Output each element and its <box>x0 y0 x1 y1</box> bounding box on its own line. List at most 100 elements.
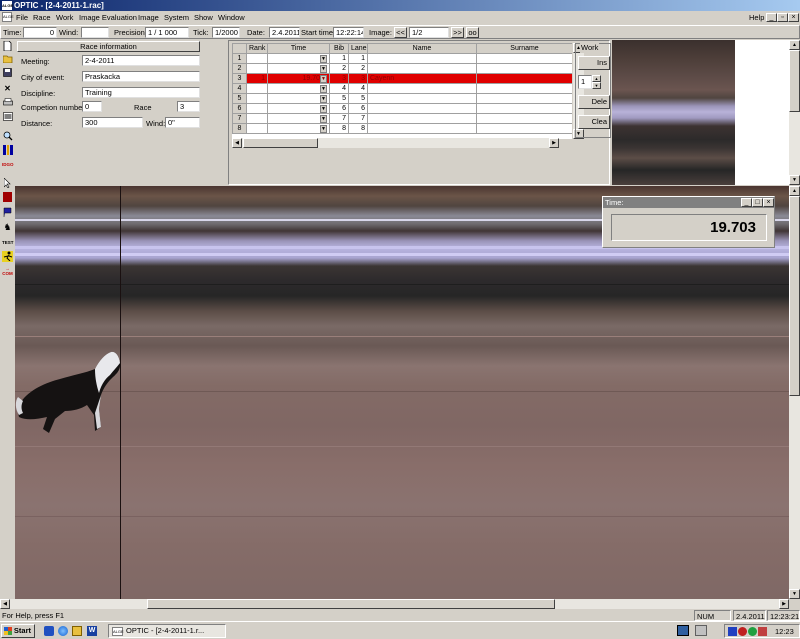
spin-up-icon[interactable]: ▲ <box>592 75 601 82</box>
image-next-button[interactable]: >> <box>451 27 464 38</box>
results-horizontal-scrollbar[interactable]: ◀ ▶ <box>232 138 559 148</box>
name-cell[interactable] <box>367 63 477 74</box>
runner-icon[interactable] <box>2 251 13 262</box>
name-cell[interactable] <box>367 123 477 134</box>
tray-security-icon[interactable] <box>738 627 747 636</box>
lane-cell[interactable]: 4 <box>348 83 368 94</box>
marker-icon[interactable] <box>2 192 13 203</box>
race-field[interactable]: 3 <box>177 101 200 112</box>
image-horizontal-thumb[interactable] <box>147 599 555 609</box>
image-infinity-button[interactable]: oo <box>466 27 479 38</box>
image-vertical-thumb[interactable] <box>789 196 800 396</box>
name-cell[interactable]: Cayenn <box>367 73 477 84</box>
meeting-field[interactable]: 2-4-2011 <box>82 55 200 66</box>
lane-cell[interactable]: 7 <box>348 113 368 124</box>
bib-cell[interactable]: 2 <box>329 63 349 74</box>
clear-button[interactable]: Clea <box>578 115 610 129</box>
name-cell[interactable] <box>367 103 477 114</box>
image-scroll-down-icon[interactable]: ▼ <box>789 589 800 599</box>
menu-image-evaluation[interactable]: Image Evaluation <box>79 13 137 22</box>
quicklaunch-word-icon[interactable]: W <box>87 626 97 636</box>
discipline-field[interactable]: Training <box>82 87 200 98</box>
preview-icon[interactable] <box>2 112 13 123</box>
work-spinner-field[interactable]: 1 <box>578 75 592 89</box>
tray-update-icon[interactable] <box>748 627 757 636</box>
quicklaunch-ie-icon[interactable] <box>58 626 68 636</box>
cursor-icon[interactable] <box>2 177 13 189</box>
menu-system[interactable]: System <box>164 13 189 22</box>
bib-cell[interactable]: 8 <box>329 123 349 134</box>
time-popup-close-button[interactable]: × <box>763 198 774 207</box>
menu-window[interactable]: Window <box>218 13 245 22</box>
rank-cell[interactable] <box>246 63 268 74</box>
time-popup-minimize-button[interactable]: _ <box>741 198 752 207</box>
surname-cell[interactable] <box>476 123 572 134</box>
table-row[interactable]: 2 ▼ 2 2 <box>232 63 572 74</box>
column-header-name[interactable]: Name <box>367 43 477 54</box>
ids-icon[interactable]: IDGO <box>2 159 14 170</box>
name-cell[interactable] <box>367 83 477 94</box>
time-dropdown-icon[interactable]: ▼ <box>320 114 327 123</box>
time-cell[interactable]: ▼ <box>267 123 330 134</box>
mdi-minimize-button[interactable]: _ <box>766 13 777 22</box>
taskbar-optic-button[interactable]: ALGE OPTIC - [2-4-2011-1.r... <box>108 624 226 638</box>
bib-cell[interactable]: 4 <box>329 83 349 94</box>
time-dropdown-icon[interactable]: ▼ <box>320 54 327 63</box>
time-popup-maximize-button[interactable]: □ <box>752 198 763 207</box>
zoom-icon[interactable] <box>2 131 13 142</box>
lane-cell[interactable]: 2 <box>348 63 368 74</box>
image-prev-button[interactable]: << <box>394 27 407 38</box>
lane-cell[interactable]: 1 <box>348 53 368 64</box>
time-cell[interactable]: ▼ <box>267 63 330 74</box>
surname-cell[interactable] <box>476 83 572 94</box>
mdi-close-button[interactable]: × <box>788 13 799 22</box>
start-button[interactable]: Start <box>1 624 35 638</box>
tray-keyboard-icon[interactable] <box>695 625 707 636</box>
precision-select[interactable]: 1 / 1 000 <box>145 27 189 38</box>
columns-icon[interactable] <box>2 145 13 156</box>
time-cell[interactable]: ▼ <box>267 53 330 64</box>
spin-down-icon[interactable]: ▼ <box>592 82 601 89</box>
tray-shield-icon[interactable] <box>758 627 767 636</box>
rank-cell[interactable] <box>246 123 268 134</box>
time-field[interactable]: 0 <box>23 27 57 38</box>
start-time-field[interactable]: 12:22:14 <box>333 27 364 38</box>
column-header-bib[interactable]: Bib <box>329 43 349 54</box>
surname-cell[interactable] <box>476 73 572 84</box>
tray-network-icon[interactable] <box>728 627 737 636</box>
results-grid[interactable]: Rank Time Bib Lane Name Surname 1 ▼ 1 1 2 ▼ 2 2… <box>232 43 572 139</box>
table-row[interactable]: 4 ▼ 4 4 <box>232 83 572 94</box>
scroll-left-arrow-icon[interactable]: ◀ <box>232 138 242 148</box>
save-icon[interactable] <box>2 68 13 79</box>
horizontal-scroll-thumb[interactable] <box>243 138 318 148</box>
city-field[interactable]: Praskacka <box>82 71 200 82</box>
time-dropdown-icon[interactable]: ▼ <box>320 124 327 133</box>
name-cell[interactable] <box>367 113 477 124</box>
image-field[interactable]: 1/2 <box>409 27 449 38</box>
column-header-lane[interactable]: Lane <box>348 43 368 54</box>
bib-cell[interactable]: 5 <box>329 93 349 104</box>
top-scroll-down-icon[interactable]: ▼ <box>789 175 800 185</box>
rank-cell[interactable] <box>246 93 268 104</box>
tick-field[interactable]: 1/2000 <box>212 27 240 38</box>
menu-race[interactable]: Race <box>33 13 51 22</box>
menu-help[interactable]: Help <box>749 13 764 22</box>
print-icon[interactable] <box>2 98 13 109</box>
image-scroll-up-icon[interactable]: ▲ <box>789 186 800 196</box>
close-icon[interactable]: ✕ <box>2 83 13 94</box>
top-right-scrollbar[interactable]: ▲ ▼ <box>789 40 800 185</box>
lane-cell[interactable]: 6 <box>348 103 368 114</box>
table-row[interactable]: 7 ▼ 7 7 <box>232 113 572 124</box>
time-dropdown-icon[interactable]: ▼ <box>320 94 327 103</box>
rank-cell[interactable] <box>246 83 268 94</box>
race-info-title-button[interactable]: Race information <box>17 41 200 52</box>
bib-cell[interactable]: 3 <box>329 73 349 84</box>
top-scroll-up-icon[interactable]: ▲ <box>789 40 800 50</box>
lane-cell[interactable]: 3 <box>348 73 368 84</box>
scroll-right-arrow-icon[interactable]: ▶ <box>549 138 559 148</box>
delete-button[interactable]: Dele <box>578 95 610 109</box>
surname-cell[interactable] <box>476 53 572 64</box>
thumbnail-image[interactable] <box>612 40 735 185</box>
wind-field[interactable] <box>81 27 109 38</box>
image-scroll-right-icon[interactable]: ▶ <box>779 599 789 609</box>
